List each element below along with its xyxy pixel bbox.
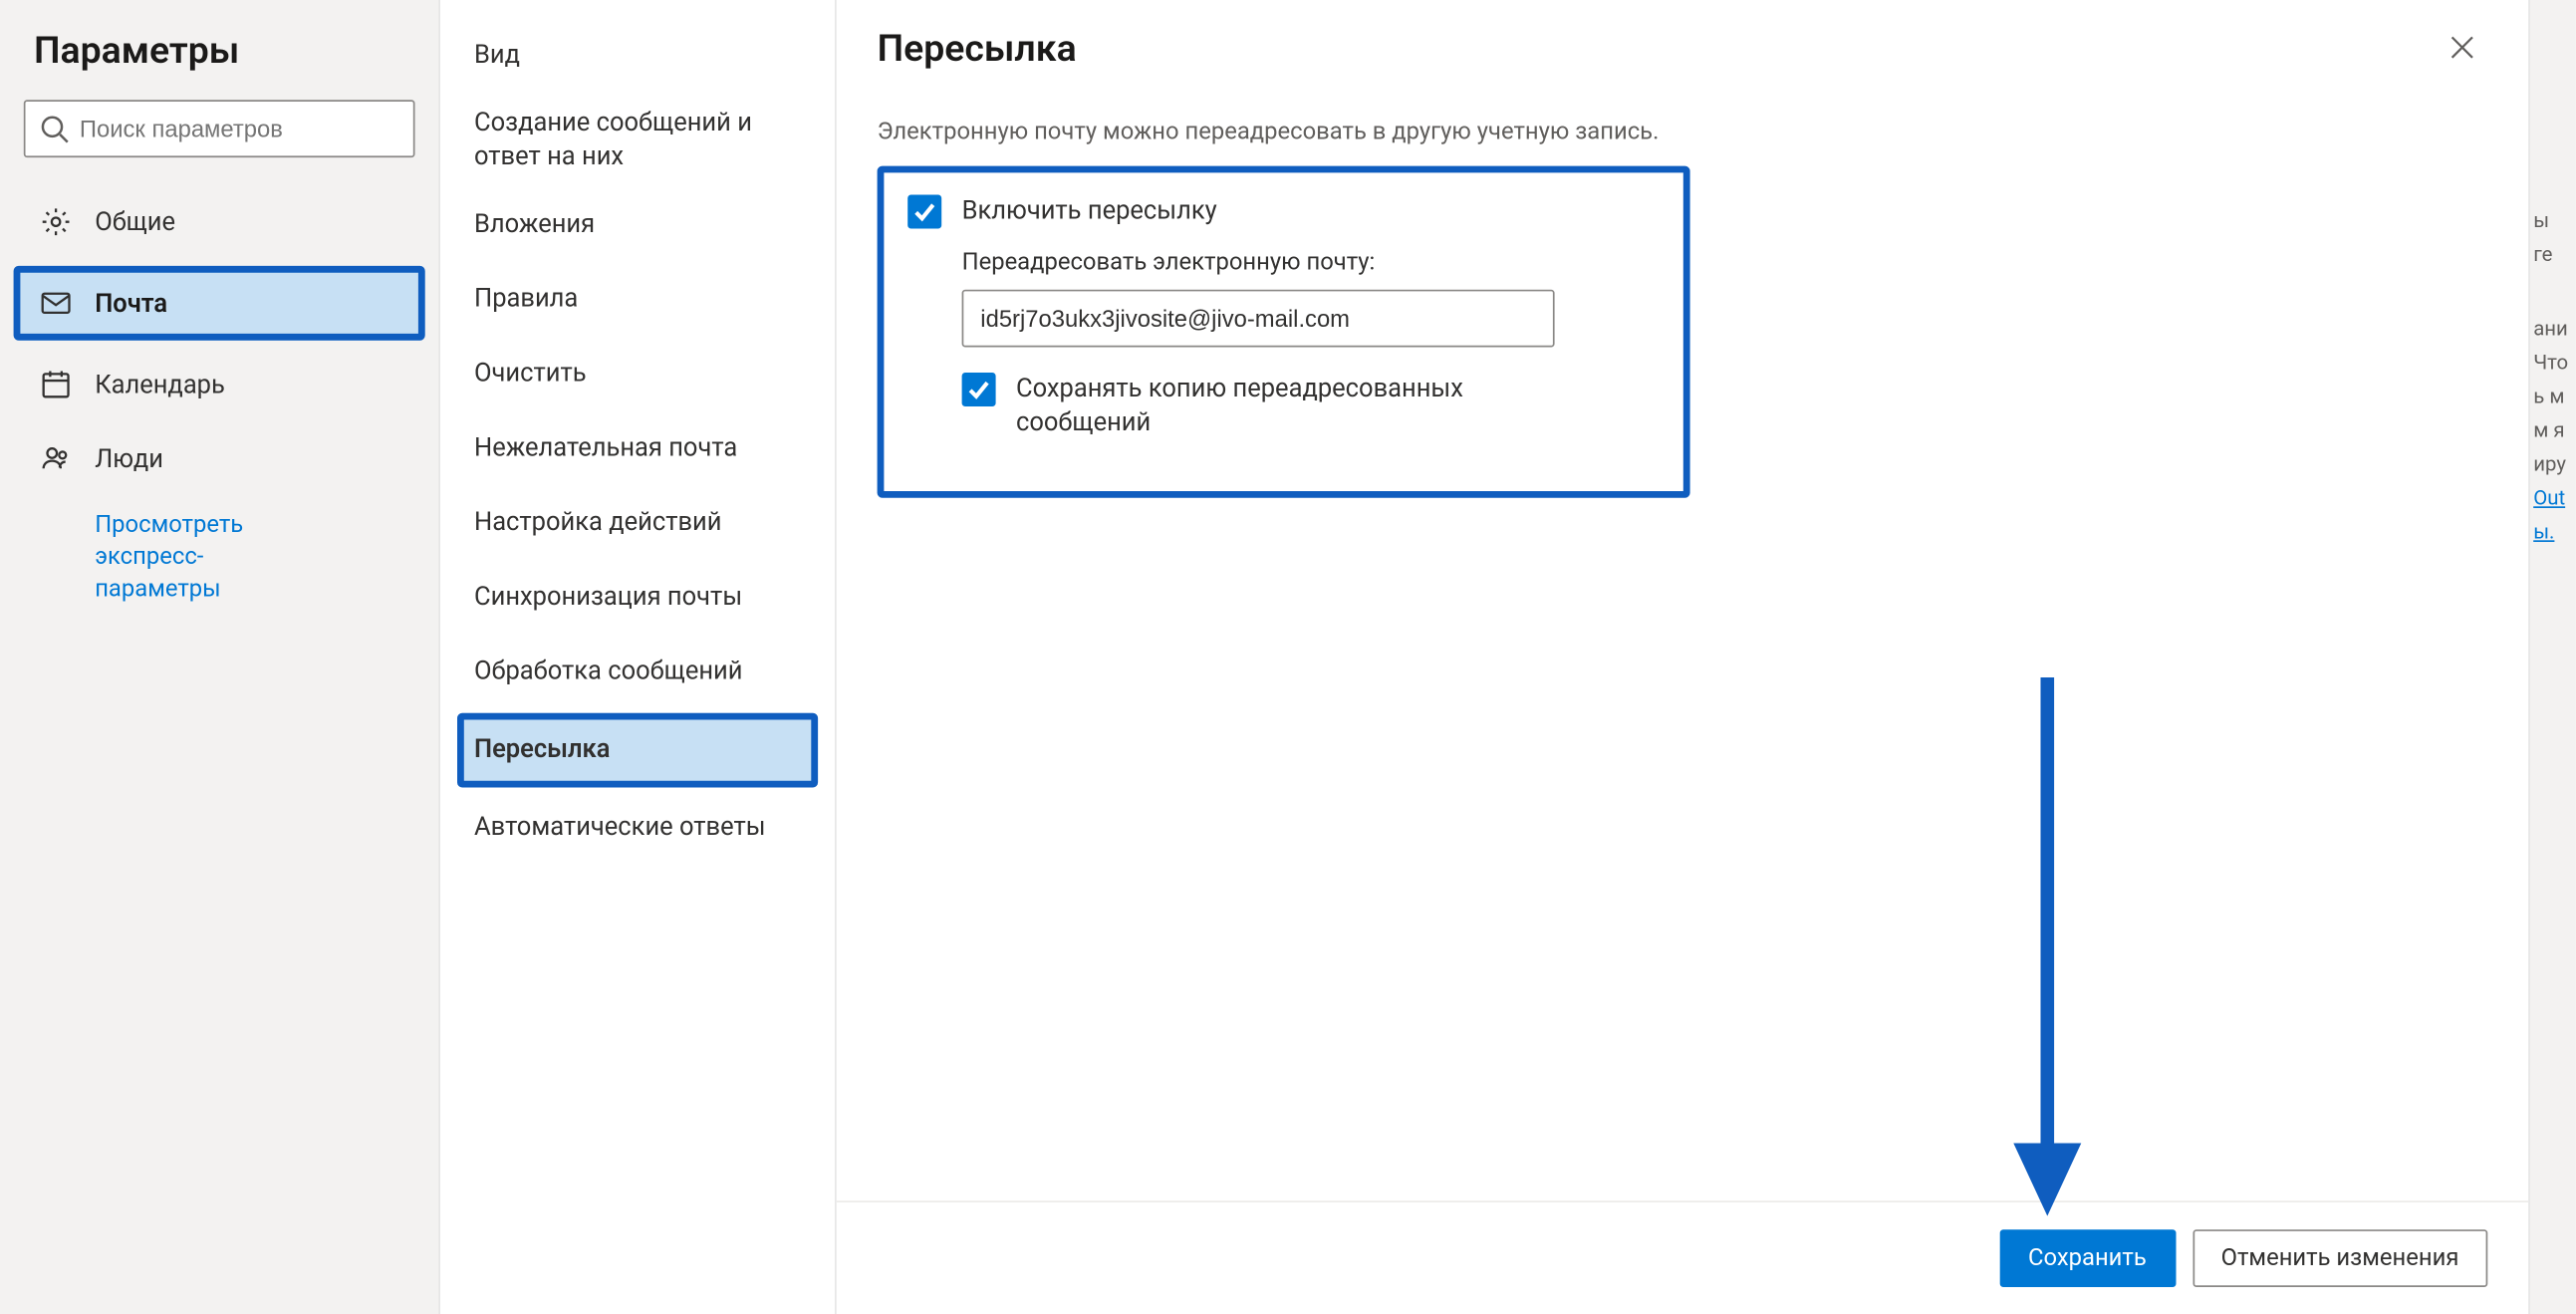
- forward-to-label: Переадресовать электронную почту:: [962, 249, 1660, 276]
- check-icon: [912, 200, 936, 224]
- subnav-item-customize-actions[interactable]: Настройка действий: [440, 485, 835, 560]
- subnav-item-sweep[interactable]: Очистить: [440, 336, 835, 410]
- subnav-item-handling[interactable]: Обработка сообщений: [440, 635, 835, 709]
- quick-settings-link[interactable]: Просмотреть экспресс-параметры: [0, 496, 305, 606]
- subnav-item-compose[interactable]: Создание сообщений и ответ на них: [440, 92, 835, 187]
- search-input[interactable]: [80, 116, 399, 142]
- enable-forwarding-label: Включить пересылку: [962, 193, 1217, 227]
- subnav-item-rules[interactable]: Правила: [440, 262, 835, 337]
- forwarding-description: Электронную почту можно переадресовать в…: [878, 119, 2488, 145]
- subnav-item-sync[interactable]: Синхронизация почты: [440, 560, 835, 635]
- keep-copy-checkbox[interactable]: [962, 373, 996, 406]
- sidebar-item-general[interactable]: Общие: [0, 184, 438, 259]
- subnav-item-forwarding[interactable]: Пересылка: [457, 712, 818, 787]
- background-cropped-content: ы ге ани Что ь м м я иру Out ы.: [2528, 0, 2576, 1314]
- mail-icon: [41, 288, 72, 319]
- sidebar-item-calendar[interactable]: Календарь: [0, 348, 438, 422]
- search-input-container[interactable]: [24, 100, 415, 157]
- settings-title: Параметры: [0, 24, 438, 101]
- check-icon: [967, 378, 991, 401]
- sidebar-item-label: Общие: [95, 206, 175, 237]
- enable-forwarding-checkbox[interactable]: [907, 195, 941, 229]
- close-button[interactable]: [2437, 24, 2487, 75]
- forwarding-highlight-box: Включить пересылку Переадресовать электр…: [878, 166, 1690, 497]
- calendar-icon: [41, 370, 72, 400]
- sidebar-item-people[interactable]: Люди: [0, 421, 438, 496]
- sidebar-item-mail[interactable]: Почта: [14, 266, 425, 341]
- settings-main-panel: Пересылка Электронную почту можно переад…: [837, 0, 2528, 1314]
- forward-to-input[interactable]: [962, 290, 1555, 348]
- page-title: Пересылка: [878, 28, 1077, 71]
- sidebar-item-label: Люди: [95, 443, 163, 474]
- settings-left-sidebar: Параметры Общие Почта: [0, 0, 440, 1314]
- sidebar-item-label: Почта: [95, 288, 167, 319]
- gear-icon: [41, 206, 72, 237]
- sidebar-item-label: Календарь: [95, 370, 225, 400]
- search-icon: [39, 114, 70, 144]
- save-button[interactable]: Сохранить: [1999, 1229, 2176, 1287]
- discard-button[interactable]: Отменить изменения: [2192, 1229, 2488, 1287]
- subnav-item-attachments[interactable]: Вложения: [440, 187, 835, 262]
- subnav-item-autoreply[interactable]: Автоматические ответы: [440, 790, 835, 865]
- subnav-item-layout[interactable]: Вид: [440, 17, 835, 92]
- settings-subnav: Вид Создание сообщений и ответ на них Вл…: [440, 0, 837, 1314]
- close-icon: [2450, 31, 2474, 67]
- subnav-item-junk[interactable]: Нежелательная почта: [440, 410, 835, 485]
- keep-copy-label: Сохранять копию переадресованных сообщен…: [1016, 371, 1524, 439]
- people-icon: [41, 443, 72, 474]
